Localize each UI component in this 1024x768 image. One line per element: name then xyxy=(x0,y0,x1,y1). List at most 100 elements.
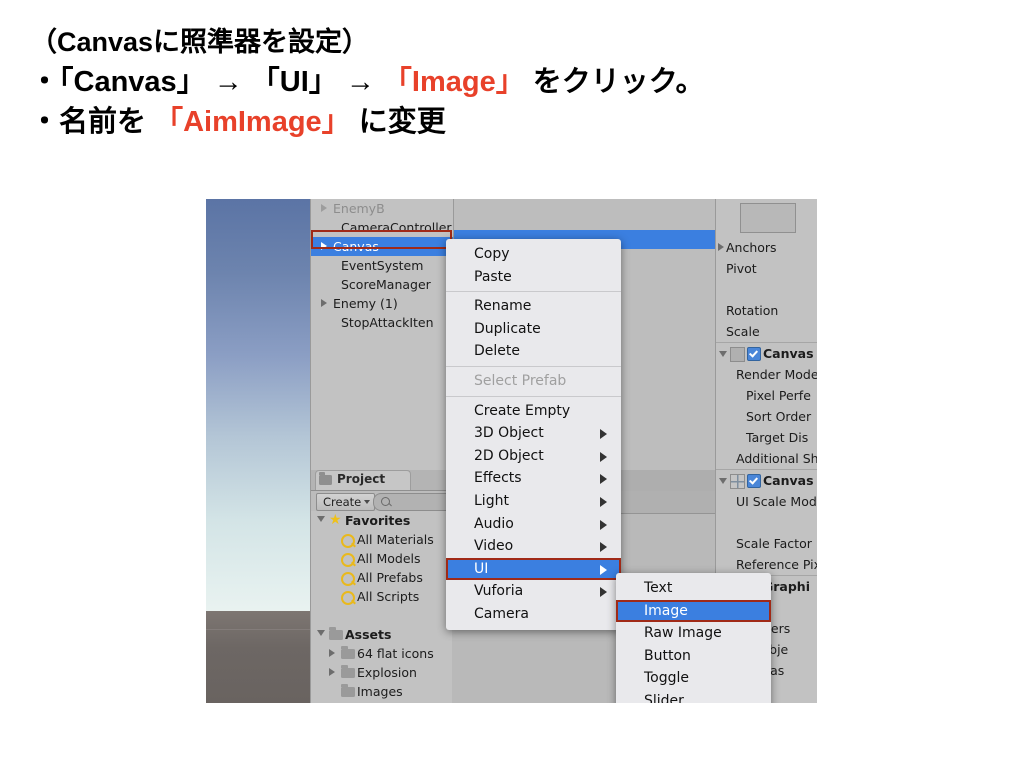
hierarchy-item-eventsystem[interactable]: EventSystem xyxy=(311,256,453,275)
inspector-field-scale-factor[interactable]: Scale Factor xyxy=(716,533,817,554)
chevron-down-icon[interactable] xyxy=(317,516,325,522)
scene-sky xyxy=(206,199,310,611)
submenu-item-toggle[interactable]: Toggle xyxy=(616,667,771,690)
inspector-field-label: Render Mode xyxy=(736,367,817,382)
chevron-right-icon[interactable] xyxy=(329,668,339,676)
hierarchy-item-cameracontroller[interactable]: CameraController xyxy=(311,218,453,237)
menu-item-3d-object[interactable]: 3D Object xyxy=(446,422,621,445)
submenu-item-label: Raw Image xyxy=(644,625,722,642)
component-header-canvas[interactable]: Canvas xyxy=(716,342,817,364)
menu-item-camera[interactable]: Camera xyxy=(446,603,621,626)
rect-transform-preview xyxy=(740,203,796,233)
project-item-explosion[interactable]: Explosion xyxy=(311,663,453,682)
component-enabled-checkbox[interactable] xyxy=(747,474,761,488)
inspector-field-render-mode[interactable]: Render Mode xyxy=(716,364,817,385)
inspector-field-additional-sh[interactable]: Additional Sh xyxy=(716,448,817,469)
chevron-right-icon[interactable] xyxy=(321,299,327,307)
menu-item-ui[interactable]: UI xyxy=(446,557,621,581)
chevron-down-icon[interactable] xyxy=(719,478,727,484)
inspector-field-sort-order[interactable]: Sort Order xyxy=(716,406,817,427)
chevron-right-icon[interactable] xyxy=(718,243,724,251)
project-item-all-prefabs[interactable]: All Prefabs xyxy=(311,568,453,587)
project-item-assets[interactable]: Assets xyxy=(311,625,453,644)
hierarchy-item-enemy-1[interactable]: Enemy (1) xyxy=(311,294,453,313)
menu-item-copy[interactable]: Copy xyxy=(446,243,621,266)
inspector-field-pixel-perfe[interactable]: Pixel Perfe xyxy=(716,385,817,406)
submenu-item-button[interactable]: Button xyxy=(616,645,771,668)
menu-separator xyxy=(446,291,621,293)
inspector-transform-rows: Anchors Pivot Rotation Scale xyxy=(716,237,817,342)
component-enabled-checkbox[interactable] xyxy=(747,347,761,361)
chevron-right-icon[interactable] xyxy=(329,649,339,657)
inspector-field-anchors[interactable]: Anchors xyxy=(716,237,817,258)
hierarchy-item-label: StopAttackIten xyxy=(341,315,434,330)
hierarchy-item-label: Enemy (1) xyxy=(333,296,398,311)
hierarchy-item-enemyb[interactable]: EnemyB xyxy=(311,199,453,218)
project-search-input[interactable] xyxy=(373,493,453,511)
chevron-right-icon[interactable] xyxy=(321,242,327,250)
ui-submenu[interactable]: Text Image Raw Image Button Toggle Slider xyxy=(616,573,771,703)
inspector-field-label: UI Scale Mode xyxy=(736,494,817,509)
chevron-down-icon[interactable] xyxy=(317,630,325,636)
menu-item-video[interactable]: Video xyxy=(446,535,621,558)
menu-item-audio[interactable]: Audio xyxy=(446,513,621,536)
hierarchy-item-stopattackiten[interactable]: StopAttackIten xyxy=(311,313,453,332)
chevron-down-icon xyxy=(364,500,371,504)
project-item-images[interactable]: Images xyxy=(311,682,453,701)
menu-item-label: Paste xyxy=(474,268,512,285)
project-item-label: 64 flat icons xyxy=(357,646,434,661)
hierarchy-item-label: EnemyB xyxy=(333,201,385,216)
menu-item-2d-object[interactable]: 2D Object xyxy=(446,445,621,468)
component-header-canvas[interactable]: Canvas xyxy=(716,469,817,491)
chevron-right-icon xyxy=(600,429,607,440)
submenu-item-raw-image[interactable]: Raw Image xyxy=(616,622,771,645)
inspector-field-pivot[interactable]: Pivot xyxy=(716,258,817,279)
hierarchy-item-label: ScoreManager xyxy=(341,277,431,292)
heading-line-3: ・名前を 「AimImage」 に変更 xyxy=(30,102,990,142)
project-item-label: All Models xyxy=(357,551,421,566)
menu-item-duplicate[interactable]: Duplicate xyxy=(446,318,621,341)
project-item-all-materials[interactable]: All Materials xyxy=(311,530,453,549)
menu-item-create-empty[interactable]: Create Empty xyxy=(446,400,621,423)
menu-item-light[interactable]: Light xyxy=(446,490,621,513)
canvas-icon xyxy=(730,347,745,362)
menu-separator xyxy=(446,365,621,367)
project-item-all-scripts[interactable]: All Scripts xyxy=(311,587,453,606)
menu-item-paste[interactable]: Paste xyxy=(446,266,621,289)
project-item-all-models[interactable]: All Models xyxy=(311,549,453,568)
menu-item-delete[interactable]: Delete xyxy=(446,340,621,363)
inspector-field-rotation[interactable]: Rotation xyxy=(716,300,817,321)
menu-separator xyxy=(446,395,621,397)
chevron-down-icon[interactable] xyxy=(719,351,727,357)
scene-view[interactable] xyxy=(206,199,310,703)
inspector-field-target-dis[interactable]: Target Dis xyxy=(716,427,817,448)
hierarchy-item-canvas[interactable]: Canvas xyxy=(311,237,453,256)
submenu-item-text[interactable]: Text xyxy=(616,577,771,600)
menu-item-label: 3D Object xyxy=(474,425,544,442)
menu-item-vuforia[interactable]: Vuforia xyxy=(446,580,621,603)
project-item-favorites[interactable]: ★ Favorites xyxy=(311,511,453,530)
magnifier-icon xyxy=(341,534,355,548)
menu-item-rename[interactable]: Rename xyxy=(446,295,621,318)
magnifier-icon xyxy=(341,572,355,586)
inspector-field-ui-scale-mode[interactable]: UI Scale Mode xyxy=(716,491,817,512)
project-item-64-flat-icons[interactable]: 64 flat icons xyxy=(311,644,453,663)
hierarchy-item-scoremanager[interactable]: ScoreManager xyxy=(311,275,453,294)
inspector-field-reference-pix[interactable]: Reference Pix xyxy=(716,554,817,575)
chevron-right-icon[interactable] xyxy=(321,204,327,212)
submenu-item-image[interactable]: Image xyxy=(616,599,771,623)
chevron-right-icon xyxy=(600,587,607,598)
menu-item-effects[interactable]: Effects xyxy=(446,467,621,490)
submenu-item-slider[interactable]: Slider xyxy=(616,690,771,703)
create-button[interactable]: Create xyxy=(316,493,376,511)
folder-icon xyxy=(341,684,355,697)
chevron-right-icon xyxy=(600,496,607,507)
heading-line-3-part-a: ・名前を xyxy=(30,106,155,138)
chevron-right-icon xyxy=(600,542,607,553)
menu-item-select-prefab: Select Prefab xyxy=(446,370,621,393)
hierarchy-context-menu[interactable]: Copy Paste Rename Duplicate Delete Select Pre… xyxy=(446,239,621,630)
create-button-label: Create xyxy=(323,495,362,509)
inspector-field-scale[interactable]: Scale xyxy=(716,321,817,342)
menu-item-label: Video xyxy=(474,538,514,555)
menu-item-label: Light xyxy=(474,492,509,509)
